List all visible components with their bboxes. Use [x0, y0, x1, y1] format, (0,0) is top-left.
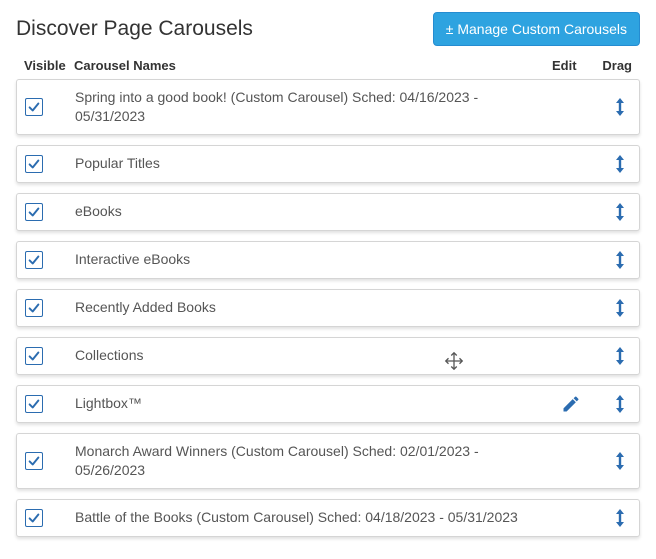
drag-handle-icon[interactable] [613, 298, 627, 318]
visible-checkbox[interactable] [25, 98, 43, 116]
drag-handle-icon[interactable] [613, 508, 627, 528]
carousel-name: Interactive eBooks [75, 250, 551, 269]
manage-custom-carousels-button[interactable]: ± Manage Custom Carousels [433, 12, 640, 46]
pencil-icon[interactable] [561, 394, 581, 414]
drag-handle-icon[interactable] [613, 97, 627, 117]
carousel-name: Recently Added Books [75, 298, 551, 317]
col-header-visible: Visible [24, 58, 74, 73]
col-header-edit: Edit [552, 58, 592, 73]
carousel-name: Lightbox™ [75, 394, 551, 413]
visible-checkbox[interactable] [25, 452, 43, 470]
carousel-name: Collections [75, 346, 551, 365]
drag-handle-icon[interactable] [613, 346, 627, 366]
carousel-row: Monarch Award Winners (Custom Carousel) … [16, 433, 640, 489]
visible-checkbox[interactable] [25, 251, 43, 269]
visible-checkbox[interactable] [25, 509, 43, 527]
carousel-row: Collections [16, 337, 640, 375]
drag-handle-icon[interactable] [613, 451, 627, 471]
drag-handle-icon[interactable] [613, 154, 627, 174]
carousel-row: eBooks [16, 193, 640, 231]
carousel-row: Popular Titles [16, 145, 640, 183]
carousel-name: Monarch Award Winners (Custom Carousel) … [75, 442, 551, 480]
visible-checkbox[interactable] [25, 203, 43, 221]
drag-handle-icon[interactable] [613, 202, 627, 222]
visible-checkbox[interactable] [25, 395, 43, 413]
column-headers: Visible Carousel Names Edit Drag [16, 54, 640, 79]
drag-handle-icon[interactable] [613, 250, 627, 270]
page-title: Discover Page Carousels [16, 17, 253, 41]
carousel-name: Battle of the Books (Custom Carousel) Sc… [75, 508, 551, 527]
carousel-name: eBooks [75, 202, 551, 221]
carousel-row: Battle of the Books (Custom Carousel) Sc… [16, 499, 640, 537]
visible-checkbox[interactable] [25, 299, 43, 317]
carousel-row: Interactive eBooks [16, 241, 640, 279]
col-header-names: Carousel Names [74, 58, 552, 73]
visible-checkbox[interactable] [25, 155, 43, 173]
col-header-drag: Drag [592, 58, 632, 73]
carousel-row: Recently Added Books [16, 289, 640, 327]
carousel-name: Popular Titles [75, 154, 551, 173]
carousel-row: Spring into a good book! (Custom Carouse… [16, 79, 640, 135]
carousel-row: Lightbox™ [16, 385, 640, 423]
carousel-name: Spring into a good book! (Custom Carouse… [75, 88, 551, 126]
visible-checkbox[interactable] [25, 347, 43, 365]
drag-handle-icon[interactable] [613, 394, 627, 414]
